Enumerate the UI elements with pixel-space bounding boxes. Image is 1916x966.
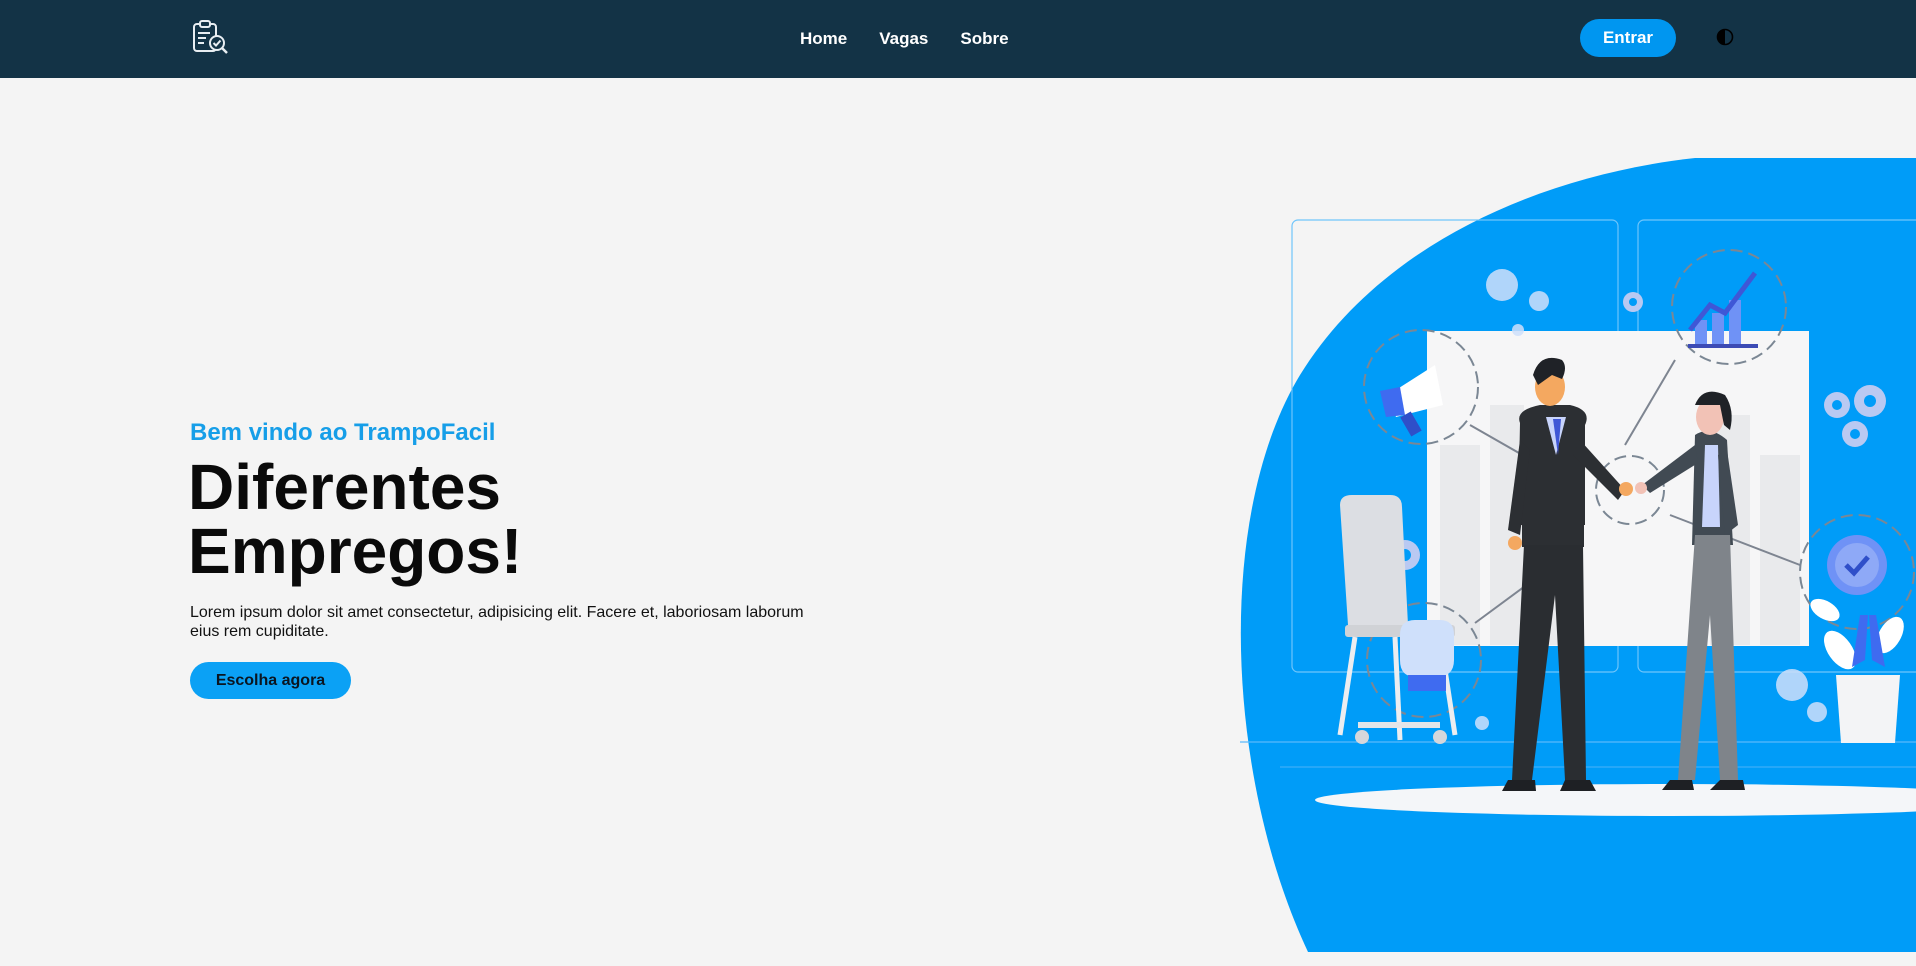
login-button[interactable]: Entrar	[1580, 19, 1676, 57]
main-nav: Home Vagas Sobre	[800, 0, 1009, 78]
hero-illustration	[1240, 155, 1916, 955]
nav-home-link[interactable]: Home	[800, 29, 847, 49]
business-handshake-illustration	[1240, 158, 1916, 952]
nav-vagas-link[interactable]: Vagas	[879, 29, 928, 49]
nav-sobre-link[interactable]: Sobre	[960, 29, 1008, 49]
choose-now-button[interactable]: Escolha agora	[190, 662, 351, 699]
hero-title-line1: Diferentes	[188, 451, 501, 523]
hero-description: Lorem ipsum dolor sit amet consectetur, …	[190, 604, 804, 640]
hero-title-line2: Empregos!	[188, 515, 523, 587]
clipboard-search-icon[interactable]	[190, 19, 230, 57]
top-navbar: Home Vagas Sobre Entrar	[0, 0, 1916, 78]
contrast-icon[interactable]	[1716, 28, 1734, 46]
hero-title: Diferentes Empregos!	[188, 455, 788, 583]
hero-subtitle: Bem vindo ao TrampoFacil	[190, 419, 496, 446]
